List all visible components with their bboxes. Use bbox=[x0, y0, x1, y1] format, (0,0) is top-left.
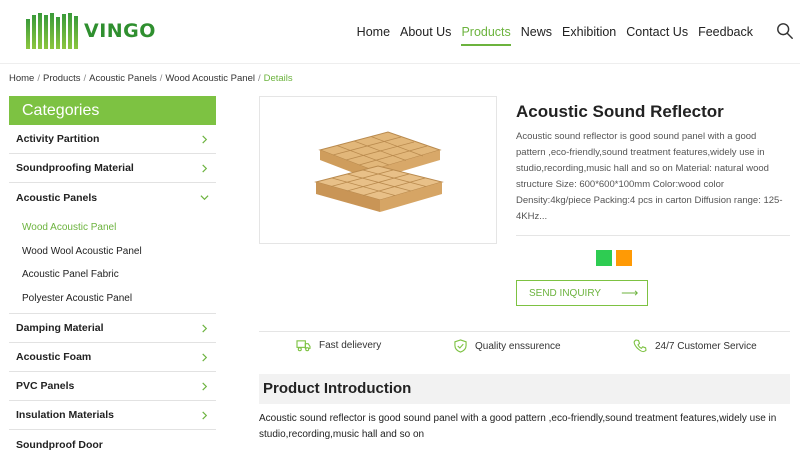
category-soundproofing-material[interactable]: Soundproofing Material bbox=[9, 154, 216, 183]
arrow-right-icon: ⟶ bbox=[621, 286, 639, 300]
truck-icon bbox=[296, 340, 311, 352]
breadcrumb-products[interactable]: Products bbox=[43, 73, 81, 84]
nav-home[interactable]: Home bbox=[352, 24, 395, 44]
product-introduction-heading: Product Introduction bbox=[259, 374, 790, 404]
send-inquiry-button[interactable]: SEND INQUIRY ⟶ bbox=[516, 280, 648, 306]
product-title: Acoustic Sound Reflector bbox=[516, 102, 724, 121]
chevron-right-icon bbox=[202, 381, 208, 391]
feature-quality-assurance: Quality enssurence bbox=[454, 339, 561, 353]
brand-name: VINGO bbox=[84, 20, 156, 42]
breadcrumb: Home / Products / Acoustic Panels / Wood Acous… bbox=[9, 73, 293, 84]
nav-products[interactable]: Products bbox=[456, 24, 515, 46]
category-acoustic-panels[interactable]: Acoustic Panels bbox=[9, 183, 216, 212]
breadcrumb-current: Details bbox=[263, 73, 293, 84]
category-label: Insulation Materials bbox=[16, 409, 115, 421]
acoustic-panels-subcategories: Wood Acoustic Panel Wood Wool Acoustic P… bbox=[9, 212, 216, 314]
category-insulation-materials[interactable]: Insulation Materials bbox=[9, 401, 216, 430]
shield-check-icon bbox=[454, 339, 467, 353]
color-swatch-orange[interactable] bbox=[616, 250, 632, 266]
breadcrumb-home[interactable]: Home bbox=[9, 73, 34, 84]
chevron-right-icon bbox=[202, 410, 208, 420]
subcategory-wood-wool-acoustic-panel[interactable]: Wood Wool Acoustic Panel bbox=[9, 240, 216, 264]
subcategory-acoustic-panel-fabric[interactable]: Acoustic Panel Fabric bbox=[9, 263, 216, 287]
product-description: Acoustic sound reflector is good sound p… bbox=[516, 131, 783, 222]
phone-icon bbox=[633, 339, 647, 353]
category-label: Damping Material bbox=[16, 322, 104, 334]
color-swatch-green[interactable] bbox=[596, 250, 612, 266]
category-label: Acoustic Foam bbox=[16, 351, 92, 363]
category-label: Activity Partition bbox=[16, 133, 100, 145]
categories-heading: Categories bbox=[9, 96, 216, 125]
search-icon[interactable] bbox=[776, 22, 794, 40]
wood-diffuser-illustration bbox=[314, 131, 444, 212]
category-acoustic-foam[interactable]: Acoustic Foam bbox=[9, 343, 216, 372]
chevron-down-icon bbox=[200, 195, 209, 201]
category-pvc-panels[interactable]: PVC Panels bbox=[9, 372, 216, 401]
send-inquiry-label: SEND INQUIRY bbox=[529, 287, 602, 299]
chevron-right-icon bbox=[202, 323, 208, 333]
category-damping-material[interactable]: Damping Material bbox=[9, 314, 216, 343]
product-introduction-text: Acoustic sound reflector is good sound p… bbox=[259, 413, 777, 440]
subcategory-polyester-acoustic-panel[interactable]: Polyester Acoustic Panel bbox=[9, 287, 216, 311]
nav-news[interactable]: News bbox=[516, 24, 557, 44]
nav-about-us[interactable]: About Us bbox=[395, 24, 456, 44]
features-divider bbox=[259, 331, 790, 332]
category-label: Soundproofing Material bbox=[16, 162, 134, 174]
feature-label: Fast delievery bbox=[319, 340, 382, 351]
logo-mark bbox=[26, 13, 78, 49]
category-label: PVC Panels bbox=[16, 380, 75, 392]
feature-fast-delivery: Fast delievery bbox=[296, 339, 381, 352]
chevron-right-icon bbox=[202, 163, 208, 173]
breadcrumb-wood-acoustic-panel[interactable]: Wood Acoustic Panel bbox=[165, 73, 255, 84]
category-activity-partition[interactable]: Activity Partition bbox=[9, 125, 216, 154]
product-image[interactable] bbox=[259, 96, 497, 244]
category-soundproof-door[interactable]: Soundproof Door bbox=[9, 430, 216, 450]
feature-customer-service: 24/7 Customer Service bbox=[633, 339, 757, 353]
nav-exhibition[interactable]: Exhibition bbox=[557, 24, 621, 44]
divider bbox=[516, 235, 790, 236]
breadcrumb-acoustic-panels[interactable]: Acoustic Panels bbox=[89, 73, 157, 84]
chevron-right-icon bbox=[202, 352, 208, 362]
nav-contact-us[interactable]: Contact Us bbox=[621, 24, 693, 44]
category-sidebar: Categories Activity Partition Soundproof… bbox=[9, 96, 216, 450]
feature-label: Quality enssurence bbox=[475, 340, 561, 352]
category-label: Acoustic Panels bbox=[16, 191, 98, 204]
nav-feedback[interactable]: Feedback bbox=[693, 24, 758, 44]
brand-logo[interactable]: VINGO bbox=[26, 13, 155, 49]
main-nav: Home About Us Products News Exhibition C… bbox=[352, 24, 758, 46]
category-label: Soundproof Door bbox=[16, 438, 103, 450]
chevron-right-icon bbox=[202, 134, 208, 144]
feature-label: 24/7 Customer Service bbox=[655, 340, 757, 352]
site-header: VINGO Home About Us Products News Exhibi… bbox=[0, 0, 800, 64]
subcategory-wood-acoustic-panel[interactable]: Wood Acoustic Panel bbox=[9, 216, 216, 240]
